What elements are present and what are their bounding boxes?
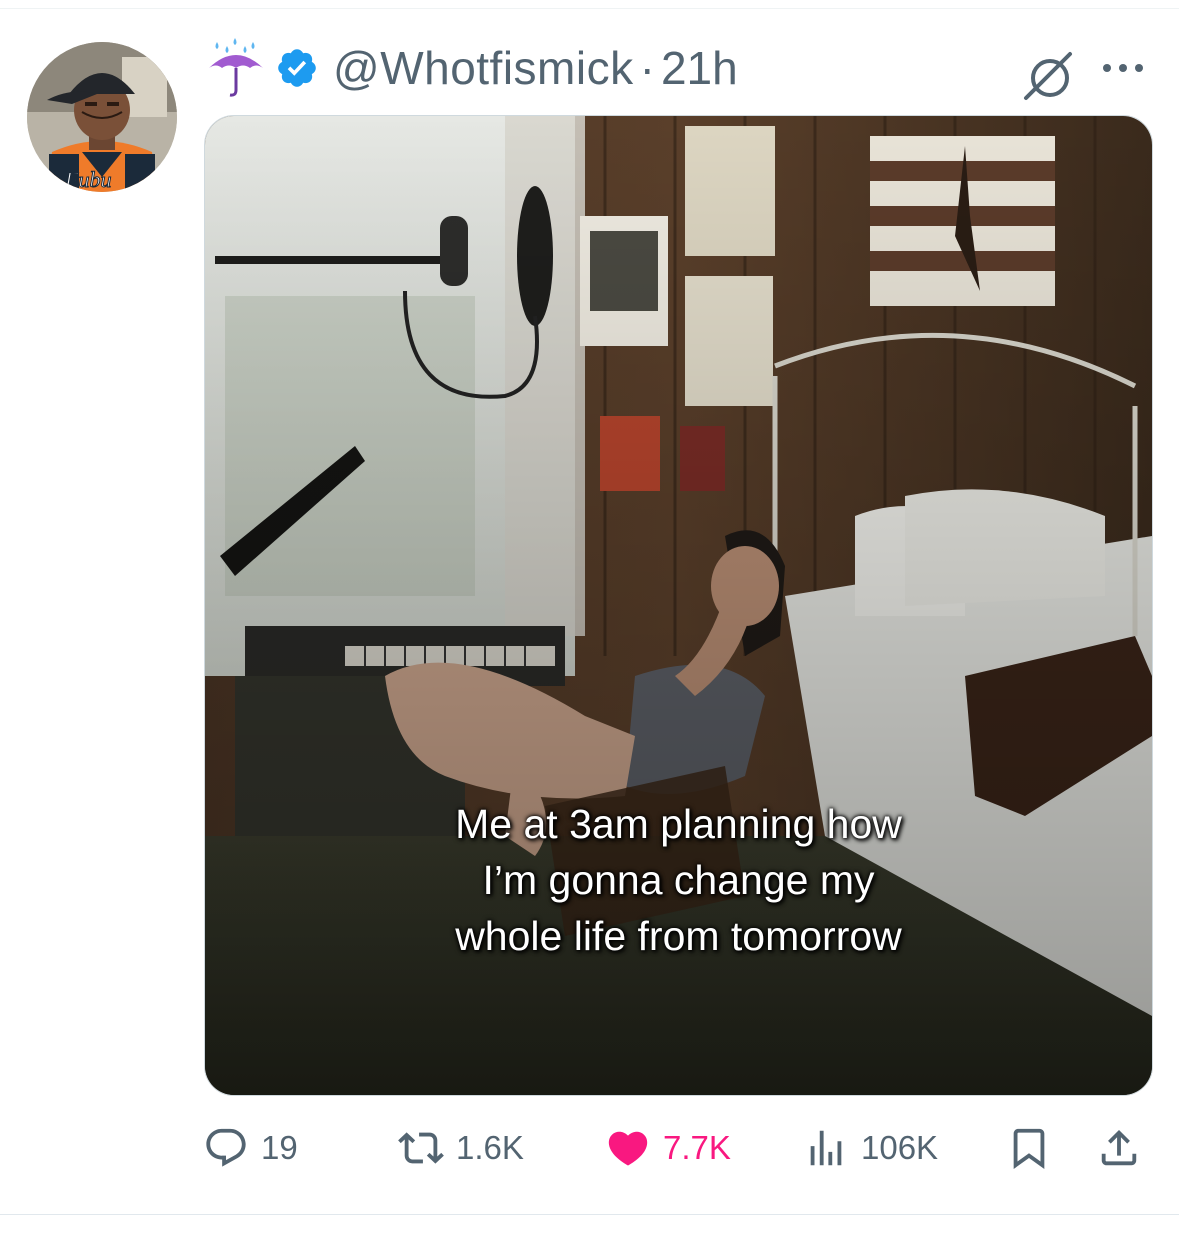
image-caption: Me at 3am planning how I’m gonna change … bbox=[205, 796, 1152, 964]
umbrella-rain-emoji bbox=[209, 38, 263, 97]
reply-icon bbox=[206, 1128, 246, 1167]
separator-dot: · bbox=[639, 42, 655, 94]
like-heart-icon bbox=[608, 1131, 648, 1166]
repost-count: 1.6K bbox=[456, 1129, 524, 1166]
caption-line: Me at 3am planning how bbox=[455, 801, 902, 847]
repost-icon bbox=[398, 1132, 444, 1164]
views-count: 106K bbox=[861, 1129, 939, 1166]
bottom-divider bbox=[0, 1214, 1179, 1215]
avatar[interactable]: Fubu bbox=[27, 42, 177, 192]
bookmark-button[interactable] bbox=[1006, 1118, 1052, 1178]
like-count: 7.7K bbox=[663, 1129, 731, 1166]
reply-count: 19 bbox=[261, 1129, 298, 1166]
grok-icon[interactable] bbox=[1020, 48, 1076, 104]
action-bar: 19 1.6K 7.7K 106K bbox=[0, 1118, 1179, 1178]
reply-button[interactable]: 19 bbox=[203, 1118, 298, 1178]
avatar-illustration: Fubu bbox=[27, 42, 177, 192]
post-header: @Whotfismick · 21h bbox=[205, 38, 738, 98]
repost-button[interactable]: 1.6K bbox=[398, 1118, 524, 1178]
verified-badge-icon[interactable] bbox=[275, 46, 319, 90]
top-divider bbox=[0, 8, 1179, 9]
more-icon[interactable] bbox=[1100, 58, 1146, 78]
share-button[interactable] bbox=[1096, 1118, 1142, 1178]
share-icon bbox=[1101, 1129, 1137, 1166]
svg-text:Fubu: Fubu bbox=[64, 167, 111, 192]
views-button[interactable]: 106K bbox=[803, 1118, 938, 1178]
like-button[interactable]: 7.7K bbox=[605, 1118, 731, 1178]
post-timestamp[interactable]: 21h bbox=[661, 41, 738, 95]
caption-line: I’m gonna change my bbox=[482, 857, 875, 903]
views-chart-icon bbox=[810, 1130, 842, 1166]
author-handle[interactable]: @Whotfismick bbox=[333, 41, 634, 95]
bookmark-icon bbox=[1013, 1128, 1045, 1169]
post-image[interactable]: Me at 3am planning how I’m gonna change … bbox=[204, 115, 1153, 1096]
caption-line: whole life from tomorrow bbox=[455, 913, 902, 959]
